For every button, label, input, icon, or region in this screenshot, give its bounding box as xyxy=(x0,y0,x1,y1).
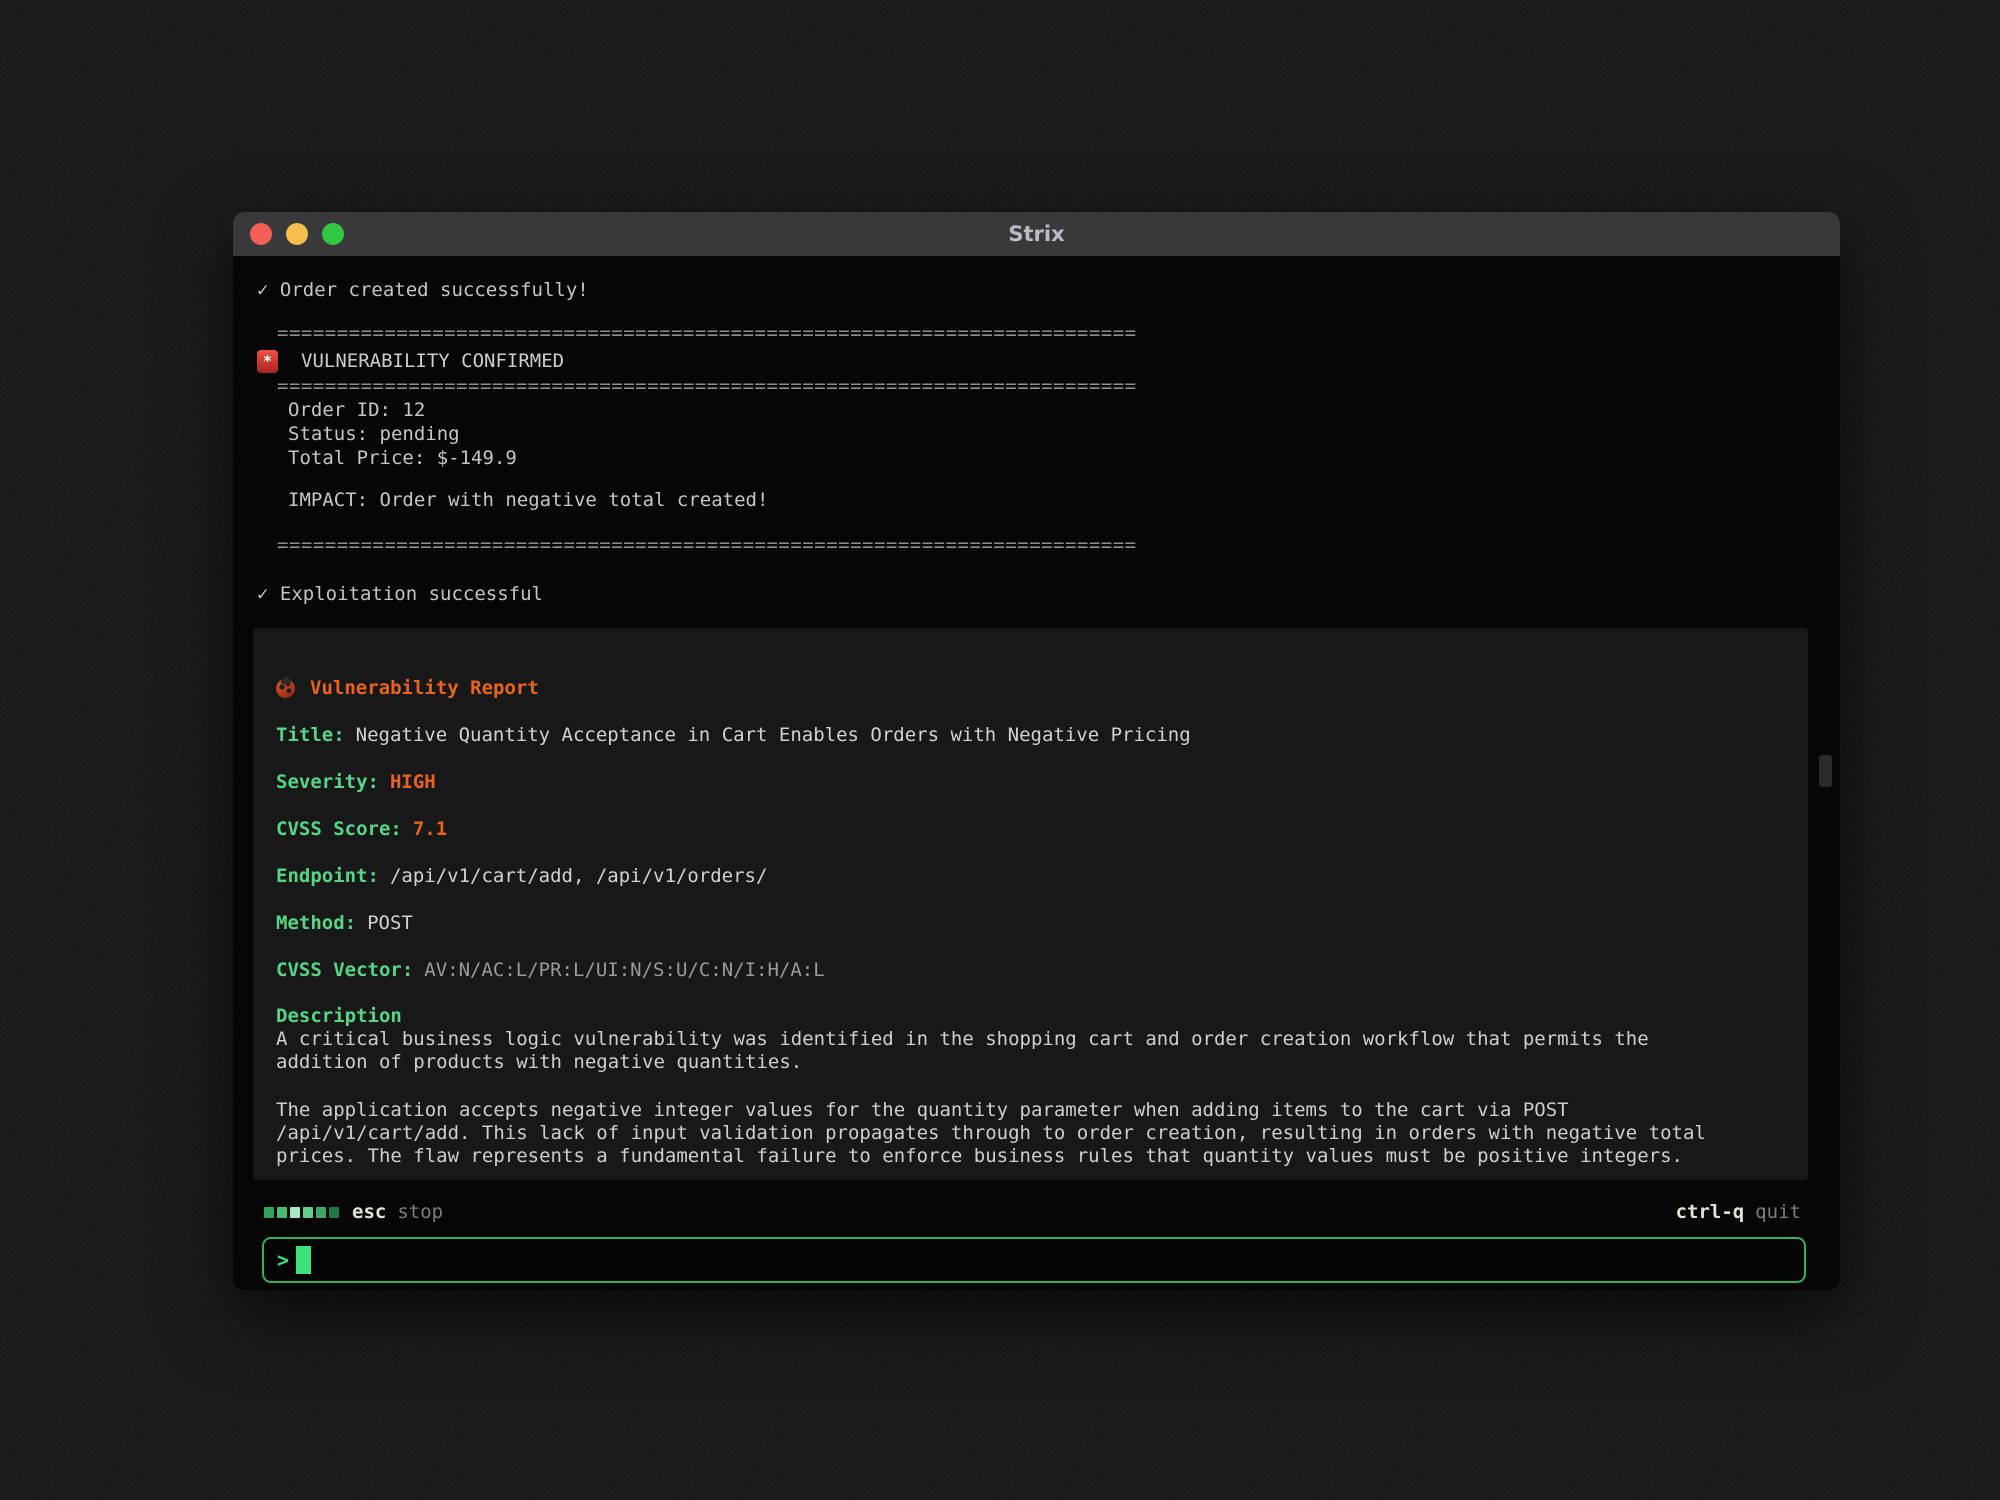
field-value: AV:N/AC:L/PR:L/UI:N/S:U/C:N/I:H/A:L xyxy=(424,959,824,981)
field-value: Negative Quantity Acceptance in Cart Ena… xyxy=(356,724,1191,746)
close-button[interactable] xyxy=(250,223,272,245)
field-label: CVSS Vector: xyxy=(276,959,413,981)
description-line: prices. The flaw represents a fundamenta… xyxy=(276,1145,1788,1168)
description-heading: Description xyxy=(276,1004,1788,1028)
report-header: Vulnerability Report xyxy=(276,676,1788,700)
description-line: A critical business logic vulnerability … xyxy=(276,1028,1788,1051)
siren-icon: * xyxy=(257,350,278,373)
status-line: Status: pending xyxy=(257,422,1810,446)
minimize-button[interactable] xyxy=(286,223,308,245)
terminal-output: ✓ Order created successfully! ==========… xyxy=(233,278,1840,1283)
panel-scrollbar-thumb[interactable] xyxy=(1819,755,1832,787)
description-line: The application accepts negative integer… xyxy=(276,1099,1788,1122)
field-value: /api/v1/cart/add, /api/v1/orders/ xyxy=(390,865,768,887)
bug-icon xyxy=(276,679,295,698)
status-bar: esc stop ctrl-q quit xyxy=(257,1198,1810,1226)
field-value: HIGH xyxy=(390,771,436,793)
field-label: Endpoint: xyxy=(276,865,379,887)
description-line: addition of products with negative quant… xyxy=(276,1051,1788,1074)
field-value: POST xyxy=(367,912,413,934)
traffic-lights xyxy=(250,212,344,256)
field-label: CVSS Score: xyxy=(276,818,402,840)
description-paragraph-1: A critical business logic vulnerability … xyxy=(276,1028,1788,1074)
order-success-line: ✓ Order created successfully! xyxy=(257,278,1810,302)
separator-line: ========================================… xyxy=(257,533,1810,557)
total-price-line: Total Price: $-149.9 xyxy=(257,446,1810,470)
report-header-label: Vulnerability Report xyxy=(310,676,539,700)
field-label: Method: xyxy=(276,912,356,934)
exploitation-success-line: ✓ Exploitation successful xyxy=(257,582,1810,606)
command-input[interactable]: > xyxy=(262,1237,1806,1283)
order-id-line: Order ID: 12 xyxy=(257,398,1810,422)
report-field-method: Method: POST xyxy=(276,911,1788,935)
desktop: { "window": { "title": "Strix" }, "termi… xyxy=(0,0,2000,1500)
report-field-endpoint: Endpoint: /api/v1/cart/add, /api/v1/order… xyxy=(276,864,1788,888)
field-label: Title: xyxy=(276,724,345,746)
impact-line: IMPACT: Order with negative total create… xyxy=(257,488,1810,512)
text-cursor xyxy=(296,1246,311,1274)
separator-line: ========================================… xyxy=(257,374,1810,398)
titlebar: Strix xyxy=(233,212,1840,256)
description-paragraph-2: The application accepts negative integer… xyxy=(276,1099,1788,1168)
zoom-button[interactable] xyxy=(322,223,344,245)
esc-key-hint[interactable]: esc xyxy=(352,1200,386,1224)
report-field-title: Title: Negative Quantity Acceptance in Ca… xyxy=(276,723,1788,747)
strix-terminal-window: Strix ✓ Order created successfully! ====… xyxy=(233,212,1840,1290)
field-label: Severity: xyxy=(276,771,379,793)
vulnerability-report-panel[interactable]: Vulnerability Report Title: Negative Quan… xyxy=(253,628,1808,1180)
report-field-severity: Severity: HIGH xyxy=(276,770,1788,794)
window-title: Strix xyxy=(1008,222,1064,246)
activity-spinner xyxy=(264,1207,339,1218)
quit-action-label: quit xyxy=(1755,1200,1801,1224)
stop-action-label: stop xyxy=(397,1200,443,1224)
separator-line: ========================================… xyxy=(257,321,1810,345)
prompt-symbol: > xyxy=(277,1248,289,1272)
report-field-cvss-vector: CVSS Vector: AV:N/AC:L/PR:L/UI:N/S:U/C:N/… xyxy=(276,958,1788,982)
report-field-cvss-score: CVSS Score: 7.1 xyxy=(276,817,1788,841)
vulnerability-confirmed-banner: * VULNERABILITY CONFIRMED xyxy=(257,348,1810,374)
field-value: 7.1 xyxy=(413,818,447,840)
ctrl-q-key-hint[interactable]: ctrl-q xyxy=(1676,1200,1745,1224)
description-line: /api/v1/cart/add. This lack of input val… xyxy=(276,1122,1788,1145)
vulnerability-confirmed-title: VULNERABILITY CONFIRMED xyxy=(301,348,564,374)
